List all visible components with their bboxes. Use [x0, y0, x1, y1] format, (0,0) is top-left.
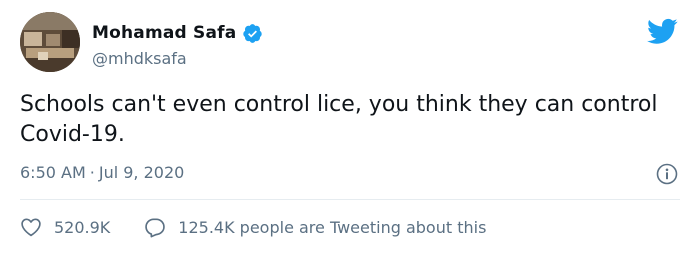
twitter-bird-icon[interactable]	[647, 18, 678, 45]
user-handle[interactable]: @mhdksafa	[92, 49, 187, 68]
verified-badge-icon	[243, 23, 263, 43]
info-icon[interactable]	[656, 163, 678, 185]
tweet-actions: 520.9K 125.4K people are Tweeting about …	[20, 214, 486, 240]
speech-bubble-icon	[145, 217, 166, 237]
tweeting-about-link[interactable]: 125.4K people are Tweeting about this	[144, 217, 486, 238]
heart-icon	[21, 218, 41, 237]
meta-separator: ·	[89, 163, 95, 182]
tweet-time[interactable]: 6:50 AM	[20, 163, 86, 182]
like-button[interactable]: 520.9K	[20, 217, 110, 237]
avatar[interactable]	[20, 12, 80, 72]
tweet-date[interactable]: Jul 9, 2020	[99, 163, 184, 182]
divider	[20, 199, 680, 200]
tweet-text: Schools can't even control lice, you thi…	[20, 92, 658, 147]
tweeting-count-label[interactable]: 125.4K people are Tweeting about this	[178, 218, 486, 237]
tweet-card: Mohamad Safa @mhdksafa Schools can't eve…	[0, 0, 700, 253]
like-count[interactable]: 520.9K	[54, 218, 110, 237]
display-name[interactable]: Mohamad Safa	[92, 23, 236, 43]
tweet-timestamp[interactable]: 6:50 AM · Jul 9, 2020	[20, 163, 184, 182]
